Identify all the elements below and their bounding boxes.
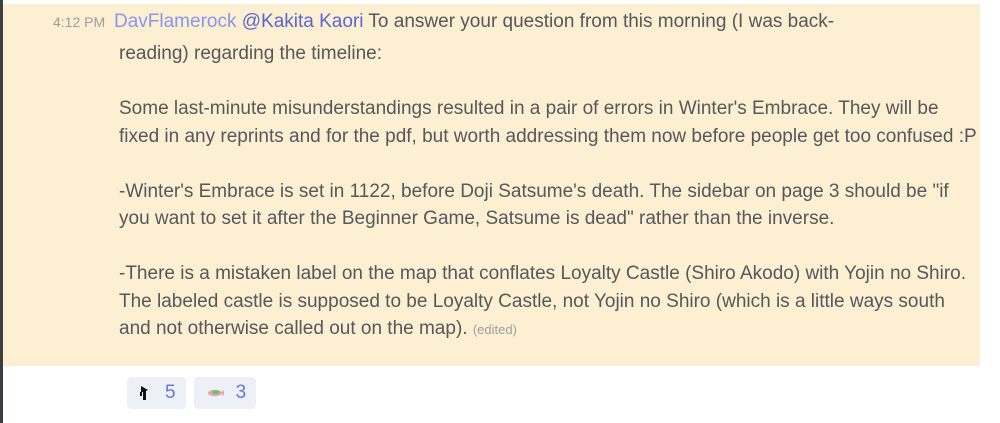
message-text-start: To answer your question from this mornin… [363,11,835,32]
reaction-count: 3 [235,382,247,403]
reaction-pointing-hand[interactable]: 5 [127,377,186,409]
reactions-bar: 5 3 [127,377,257,409]
edited-label: (edited) [472,322,517,337]
author-name[interactable]: DavFlamerock [114,11,236,32]
message-paragraph-1: Some last-minute misunderstandings resul… [119,98,977,147]
user-mention[interactable]: @Kakita Kaori [242,11,364,32]
reaction-fish[interactable]: 3 [193,377,257,409]
reaction-count: 5 [165,382,176,403]
chat-message: 4:12 PM DavFlamerock @Kakita Kaori To an… [3,4,980,366]
message-paragraph-3-text: -There is a mistaken label on the map th… [119,263,967,339]
message-header-line: DavFlamerock @Kakita Kaori To answer you… [114,8,834,36]
message-text-continuation: reading) regarding the timeline: [119,43,382,64]
message-timestamp: 4:12 PM [53,14,106,30]
message-paragraph-3: -There is a mistaken label on the map th… [119,260,979,344]
message-body: reading) regarding the timeline: Some la… [119,40,979,344]
fish-emoji-icon [207,389,224,397]
message-paragraph-2: -Winter's Embrace is set in 1122, before… [119,180,949,230]
pointing-hand-emoji-icon [140,386,148,400]
